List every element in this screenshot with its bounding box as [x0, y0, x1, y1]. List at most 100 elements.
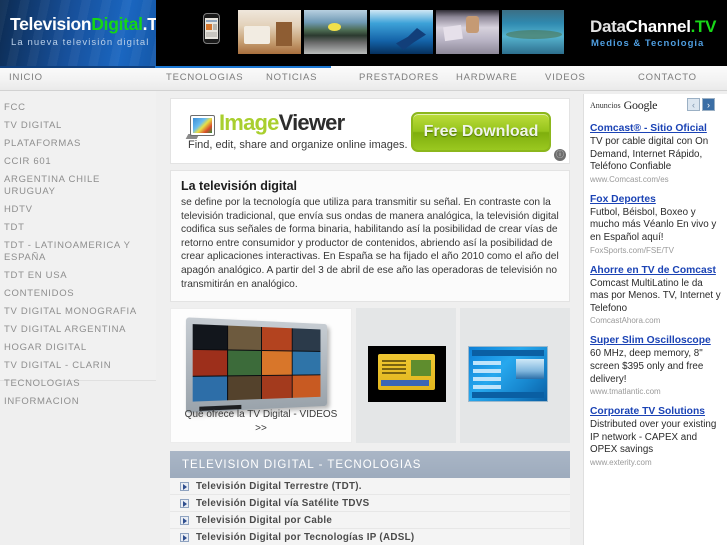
chevron-left-icon[interactable]: ‹	[687, 98, 700, 111]
tv-tile-12	[292, 375, 321, 399]
sidebar-item-hdtv[interactable]: HDTV	[0, 201, 156, 219]
tech-row-tdt[interactable]: Televisión Digital Terrestre (TDT).	[170, 478, 570, 496]
blue-interactive-screen-thumb	[468, 346, 548, 403]
phone-thumb	[203, 13, 220, 44]
banner-thumbnail-row	[238, 10, 565, 54]
tech-row-label: Televisión Digital por Tecnologías IP (A…	[196, 531, 415, 543]
ad-unit-super-slim-oscilloscope: Super Slim Oscilloscope 60 MHz, deep mem…	[590, 334, 721, 396]
gallery-cell-epg[interactable]	[356, 308, 456, 444]
sidebar-item-tv-digital-clarin[interactable]: TV DIGITAL - CLARIN	[0, 357, 156, 375]
sidebar-item-ccir-601[interactable]: CCIR 601	[0, 153, 156, 171]
sidebar-item-plataformas[interactable]: PLATAFORMAS	[0, 135, 156, 153]
datachannel-part3: .TV	[690, 17, 717, 36]
nav-item-contacto[interactable]: CONTACTO	[638, 72, 697, 83]
datachannel-part2: Channel	[625, 17, 691, 36]
tecnologias-section-header: TELEVISION DIGITAL - TECNOLOGIAS	[170, 451, 570, 479]
chevron-right-icon[interactable]: ›	[702, 98, 715, 111]
sidebar-item-tv-digital-argentina[interactable]: TV DIGITAL ARGENTINA	[0, 321, 156, 339]
adchoices-info-icon[interactable]: ⓘ	[554, 149, 566, 161]
ad-title-link[interactable]: Corporate TV Solutions	[590, 405, 721, 418]
ad-title-link[interactable]: Super Slim Oscilloscope	[590, 334, 721, 347]
tech-row-satelite[interactable]: Televisión Digital vía Satélite TDVS	[170, 495, 570, 513]
blue-video-thumb	[516, 359, 544, 380]
sidebar-item-tdt-latinoamerica-espana[interactable]: TDT - LATINOAMERICA Y ESPAÑA	[0, 237, 156, 267]
ad-display-url: FoxSports.com/FSE/TV	[590, 245, 675, 255]
gallery-caption: Qué ofrece la TV Digital - VIDEOS >>	[171, 408, 351, 436]
ads-pager: ‹ ›	[687, 98, 715, 111]
imageviewer-brand: ImageViewer	[219, 110, 346, 136]
ad-display-url: www.tmatlantic.com	[590, 387, 661, 397]
sidebar-item-tdt[interactable]: TDT	[0, 219, 156, 237]
imageviewer-tagline: Find, edit, share and organize online im…	[188, 139, 408, 151]
ad-title-link[interactable]: Ahorre en TV de Comcast	[590, 264, 721, 277]
ad-title-link[interactable]: Fox Deportes	[590, 193, 721, 206]
tv-tile-1	[192, 324, 228, 350]
sidebar-item-tecnologias[interactable]: TECNOLOGIAS	[0, 375, 156, 393]
ad-body-text: Futbol, Béisbol, Boxeo y mucho más Véanl…	[590, 206, 717, 243]
blue-row-4	[473, 385, 501, 390]
arrow-right-icon	[180, 532, 189, 542]
gallery-cell-interactive[interactable]	[460, 308, 570, 444]
phone-screen-bar	[206, 20, 217, 22]
tv-tile-10	[228, 375, 261, 401]
landscape-thumb	[304, 10, 367, 54]
nav-accent-line-dark	[0, 66, 155, 68]
ad-body-text: TV por cable digital con On Demand, Inte…	[590, 136, 709, 173]
tecnologias-section-title: TELEVISION DIGITAL - TECNOLOGIAS	[182, 458, 422, 471]
tecnologias-list: Televisión Digital Terrestre (TDT). Tele…	[170, 478, 570, 545]
icon-picture	[193, 118, 212, 133]
tv-tile-7	[261, 351, 292, 375]
sidebar-item-fcc[interactable]: FCC	[0, 99, 156, 117]
ad-title-link[interactable]: Comcast® - Sitio Oficial	[590, 122, 721, 135]
sidebar-item-tdt-en-usa[interactable]: TDT EN USA	[0, 267, 156, 285]
phone-screen-tile-c	[206, 32, 217, 37]
imageviewer-ad-banner[interactable]: ImageViewer Find, edit, share and organi…	[170, 98, 570, 164]
sidebar-item-argentina-chile-uruguay[interactable]: ARGENTINA CHILE URUGUAY	[0, 171, 156, 201]
sidebar-item-tv-digital-monografia[interactable]: TV DIGITAL MONOGRAFIA	[0, 303, 156, 321]
phone-screen-icon	[205, 18, 218, 39]
blue-bottom-bar	[472, 392, 544, 399]
logo-datachannel[interactable]: DataChannel.TV Medios & Tecnologia	[564, 0, 727, 66]
tv-tile-8	[292, 351, 321, 375]
imageviewer-brand-part2: Viewer	[278, 110, 346, 135]
tech-row-cable[interactable]: Televisión Digital por Cable	[170, 512, 570, 530]
gallery-cell-videos[interactable]: Qué ofrece la TV Digital - VIDEOS >>	[170, 308, 352, 444]
gallery-caption-line1: Qué ofrece la TV Digital - VIDEOS	[184, 409, 338, 421]
arrow-right-icon	[180, 498, 189, 508]
sidebar-item-tv-digital[interactable]: TV DIGITAL	[0, 117, 156, 135]
nav-item-tecnologias[interactable]: TECNOLOGIAS	[166, 72, 243, 83]
nav-item-prestadores[interactable]: PRESTADORES	[359, 72, 439, 83]
nav-item-noticias[interactable]: NOTICIAS	[266, 72, 317, 83]
site-header: TelevisionDigital.TV La nueva televisión…	[0, 0, 727, 66]
ad-display-url: www.Comcast.com/es	[590, 174, 669, 184]
logo-title-part2: Digital	[91, 14, 143, 34]
ad-unit-ahorre-comcast: Ahorre en TV de Comcast Comcast MultiLat…	[590, 264, 721, 326]
main-navigation: INICIO TECNOLOGIAS NOTICIAS PRESTADORES …	[0, 66, 727, 91]
gallery-caption-line2[interactable]: >>	[171, 422, 351, 436]
logo-tagline: La nueva televisión digital	[11, 37, 150, 48]
tv-tile-11	[261, 375, 292, 400]
tech-row-label: Televisión Digital vía Satélite TDVS	[196, 497, 370, 509]
epg-lines	[382, 360, 406, 363]
aerial-islands-thumb	[502, 10, 565, 54]
tv-screen-grid	[192, 324, 321, 402]
main-content: ImageViewer Find, edit, share and organi…	[170, 98, 570, 545]
blue-top-bar	[472, 350, 544, 357]
ad-body-text: Distributed over your existing IP networ…	[590, 419, 717, 456]
tech-row-ip-adsl[interactable]: Televisión Digital por Tecnologías IP (A…	[170, 529, 570, 545]
nav-item-inicio[interactable]: INICIO	[9, 72, 43, 83]
ad-display-url: ComcastAhora.com	[590, 316, 661, 326]
tv-digital-videos-thumb	[185, 317, 328, 413]
sidebar-item-informacion[interactable]: INFORMACION	[0, 393, 156, 411]
nav-item-hardware[interactable]: HARDWARE	[456, 72, 517, 83]
sidebar-item-hogar-digital[interactable]: HOGAR DIGITAL	[0, 339, 156, 357]
tv-tile-9	[192, 376, 228, 402]
free-download-button[interactable]: Free Download	[411, 112, 551, 152]
nav-item-videos[interactable]: VIDEOS	[545, 72, 586, 83]
sidebar-item-contenidos[interactable]: CONTENIDOS	[0, 285, 156, 303]
ad-unit-comcast-oficial: Comcast® - Sitio Oficial TV por cable di…	[590, 122, 721, 184]
logo-televisiondigital[interactable]: TelevisionDigital.TV La nueva televisión…	[0, 0, 156, 66]
datachannel-title: DataChannel.TV	[590, 17, 716, 37]
blue-row-3	[473, 377, 501, 382]
tv-tile-4	[292, 328, 321, 352]
